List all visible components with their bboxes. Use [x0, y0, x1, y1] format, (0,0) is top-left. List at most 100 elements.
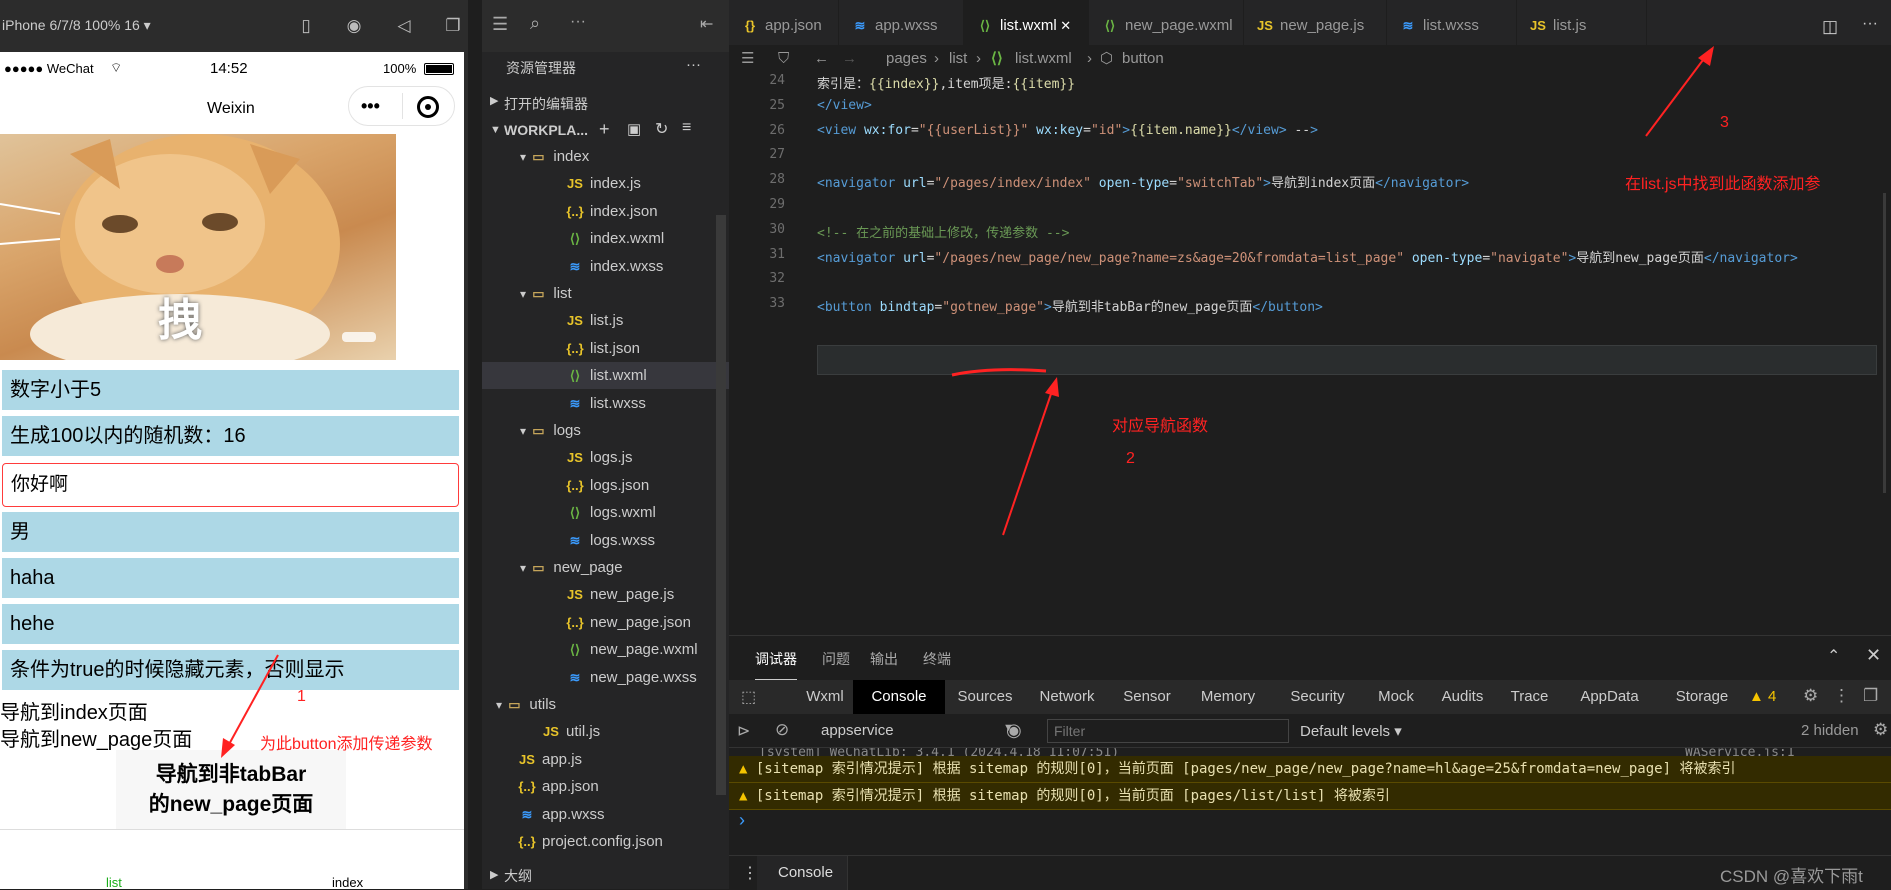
- file-item[interactable]: {..} project.config.json: [482, 828, 729, 855]
- new-folder-icon[interactable]: ▣: [627, 120, 641, 138]
- eye-icon[interactable]: ◉: [1006, 720, 1022, 741]
- folder-item[interactable]: ▾ ▭ new_page: [482, 554, 729, 581]
- devtools-tool-tab[interactable]: Mock: [1364, 680, 1428, 714]
- devtools-tool-tab[interactable]: AppData: [1562, 680, 1657, 714]
- console-settings-icon[interactable]: ⚙: [1873, 720, 1888, 740]
- close-tab-icon[interactable]: ✕: [1057, 18, 1071, 33]
- more-icon[interactable]: •••: [361, 96, 380, 117]
- chevron-right-icon[interactable]: ▶: [490, 868, 498, 881]
- breadcrumb-list[interactable]: list: [949, 45, 967, 73]
- tab-index[interactable]: index: [332, 875, 363, 890]
- breadcrumb-file[interactable]: list.wxml: [1015, 45, 1072, 73]
- file-item[interactable]: {..} logs.json: [482, 472, 729, 499]
- device-selector[interactable]: iPhone 6/7/8 100% 16 ▾: [2, 17, 151, 34]
- code-line[interactable]: <button bindtap="gotnew_page">导航到非tabBar…: [817, 296, 1323, 315]
- devtools-more-icon[interactable]: ⋮: [1833, 686, 1850, 706]
- code-line[interactable]: <!-- 在之前的基础上修改，传递参数 -->: [817, 222, 1069, 241]
- file-item[interactable]: {..} index.json: [482, 198, 729, 225]
- code-line[interactable]: 索引是：{{index}},item项是:{{item}}: [817, 73, 1075, 92]
- file-item[interactable]: JS logs.js: [482, 444, 729, 471]
- code-line[interactable]: <navigator url="/pages/new_page/new_page…: [817, 247, 1798, 266]
- explorer-more-icon[interactable]: ···: [686, 56, 701, 73]
- folder-item[interactable]: ▾ ▭ utils: [482, 691, 729, 718]
- split-editor-icon[interactable]: ◫: [1822, 17, 1838, 37]
- kebab-icon[interactable]: ⋮: [742, 863, 758, 883]
- file-item[interactable]: ⟨⟩ list.wxml: [482, 362, 729, 390]
- chevron-down-icon[interactable]: ▾: [520, 424, 529, 438]
- outline-header[interactable]: 大纲: [504, 866, 532, 886]
- breadcrumb-pages[interactable]: pages: [886, 45, 927, 73]
- devtools-tool-tab[interactable]: Storage: [1657, 680, 1747, 714]
- close-capsule-icon[interactable]: [417, 96, 439, 118]
- editor-more-icon[interactable]: ···: [1862, 15, 1878, 33]
- levels-selector[interactable]: Default levels ▾: [1300, 722, 1402, 740]
- devtools-tool-tab[interactable]: Console: [853, 680, 945, 714]
- forward-icon[interactable]: →: [842, 45, 857, 73]
- file-item[interactable]: JS index.js: [482, 170, 729, 197]
- devtools-tool-tab[interactable]: Wxml: [797, 680, 853, 714]
- capsule-button[interactable]: •••: [348, 86, 455, 126]
- devtools-panel-tab[interactable]: 问题: [822, 649, 850, 669]
- tab-list[interactable]: list: [106, 875, 122, 890]
- code-line[interactable]: <view wx:for="{{userList}}" wx:key="id">…: [817, 123, 1318, 138]
- file-item[interactable]: ⟨⟩ new_page.wxml: [482, 636, 729, 663]
- file-item[interactable]: {..} app.json: [482, 773, 729, 800]
- window-icon[interactable]: ❐: [442, 15, 464, 37]
- sidebar-toggle-icon[interactable]: ⊳: [737, 721, 750, 741]
- devtools-tool-tab[interactable]: Network: [1025, 680, 1109, 714]
- file-item[interactable]: ≋ index.wxss: [482, 253, 729, 280]
- bookmark-icon[interactable]: ⛉: [778, 45, 789, 73]
- devtools-tool-tab[interactable]: Audits: [1428, 680, 1497, 714]
- nav-nontabbar-button[interactable]: 导航到非tabBar 的new_page页面: [116, 750, 346, 830]
- chevron-right-icon[interactable]: ▶: [490, 94, 498, 107]
- text-input[interactable]: 你好啊: [2, 463, 459, 507]
- record-icon[interactable]: ◉: [343, 15, 365, 37]
- devtools-tool-tab[interactable]: Memory: [1185, 680, 1271, 714]
- chevron-down-icon[interactable]: ▾: [520, 561, 529, 575]
- chevron-down-icon[interactable]: ▼: [490, 124, 501, 136]
- file-item[interactable]: JS app.js: [482, 746, 729, 773]
- refresh-icon[interactable]: ↻: [655, 119, 668, 139]
- folder-item[interactable]: ▾ ▭ logs: [482, 417, 729, 444]
- file-item[interactable]: JS list.js: [482, 307, 729, 334]
- file-item[interactable]: ≋ logs.wxss: [482, 527, 729, 554]
- more-icon[interactable]: ···: [570, 13, 586, 31]
- devtools-tool-tab[interactable]: Trace: [1497, 680, 1562, 714]
- collapse-icon[interactable]: ⇤: [700, 14, 713, 34]
- file-item[interactable]: {..} list.json: [482, 335, 729, 362]
- close-icon[interactable]: ✕: [1866, 645, 1881, 666]
- file-item[interactable]: {..} new_page.json: [482, 609, 729, 636]
- search-icon[interactable]: ⌕: [530, 13, 540, 34]
- code-line[interactable]: <navigator url="/pages/index/index" open…: [817, 172, 1469, 191]
- warning-count[interactable]: ▲ 4: [1749, 688, 1776, 705]
- chevron-down-icon[interactable]: ▾: [520, 150, 529, 164]
- bottom-console-tab[interactable]: Console: [778, 864, 833, 881]
- dock-icon[interactable]: ❐: [1863, 686, 1878, 706]
- clear-console-icon[interactable]: ⊘: [775, 720, 789, 740]
- breadcrumb-element[interactable]: button: [1122, 45, 1164, 73]
- volume-icon[interactable]: ◁: [393, 15, 415, 37]
- nav-index-link[interactable]: 导航到index页面: [0, 696, 148, 725]
- new-file-icon[interactable]: +: [599, 119, 610, 140]
- context-selector[interactable]: appservice: [821, 722, 894, 739]
- file-item[interactable]: JS util.js: [482, 718, 729, 745]
- file-item[interactable]: ≋ new_page.wxss: [482, 664, 729, 691]
- file-item[interactable]: ⟨⟩ index.wxml: [482, 225, 729, 252]
- devtools-tool-tab[interactable]: Sensor: [1109, 680, 1185, 714]
- open-editors-header[interactable]: 打开的编辑器: [504, 94, 588, 114]
- inspect-icon[interactable]: ⬚: [741, 687, 756, 707]
- file-item[interactable]: ≋ list.wxss: [482, 390, 729, 417]
- list-icon[interactable]: ☰: [492, 14, 508, 35]
- file-item[interactable]: ≋ app.wxss: [482, 801, 729, 828]
- back-icon[interactable]: ←: [814, 45, 829, 73]
- outline-list-icon[interactable]: ☰: [741, 45, 754, 73]
- file-item[interactable]: JS new_page.js: [482, 581, 729, 608]
- workspace-header[interactable]: WORKPLA...: [504, 122, 588, 138]
- folder-item[interactable]: ▾ ▭ list: [482, 280, 729, 307]
- file-item[interactable]: ⟨⟩ logs.wxml: [482, 499, 729, 526]
- chevron-up-icon[interactable]: ⌃: [1827, 646, 1840, 666]
- devtools-settings-icon[interactable]: ⚙: [1803, 686, 1818, 706]
- devtools-panel-tab[interactable]: 调试器: [755, 649, 797, 681]
- console-filter-input[interactable]: [1047, 719, 1289, 743]
- phone-icon[interactable]: ▯: [295, 15, 317, 37]
